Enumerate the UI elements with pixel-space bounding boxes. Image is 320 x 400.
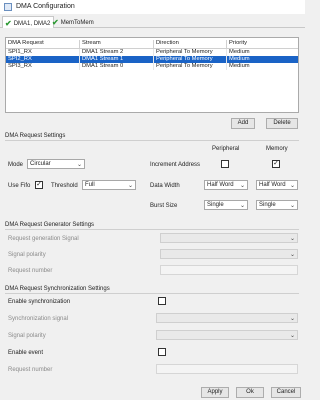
chevron-down-icon: ⌄ <box>289 236 295 242</box>
chevron-down-icon: ⌄ <box>289 203 295 209</box>
check-icon: ✓ <box>36 181 42 188</box>
add-button[interactable]: Add <box>231 118 255 129</box>
burst-memory-select[interactable]: Single ⌄ <box>256 200 298 210</box>
section-divider <box>5 229 299 230</box>
tab-dma1-dma2[interactable]: ✔ DMA1, DMA2 <box>2 16 55 28</box>
generator-settings-heading: DMA Request Generator Settings <box>5 222 95 228</box>
chevron-down-icon: ⌄ <box>239 203 245 209</box>
check-icon: ✓ <box>273 160 279 167</box>
table-cell: SPI2_RX <box>8 56 32 62</box>
col-header-stream[interactable]: Stream <box>79 40 101 49</box>
generator-signal-polarity-select[interactable]: ⌄ <box>160 249 298 259</box>
chevron-down-icon: ⌄ <box>289 333 295 339</box>
table-cell: SPI1_RX <box>8 49 32 55</box>
table-header: DMA Request Stream Direction Priority <box>6 38 298 49</box>
mode-select[interactable]: Circular ⌄ <box>27 159 85 169</box>
chevron-down-icon: ⌄ <box>289 316 295 322</box>
sync-signal-select[interactable]: ⌄ <box>156 313 298 323</box>
table-row[interactable]: SPI1_RX DMA1 Stream 2 Peripheral To Memo… <box>6 49 298 56</box>
request-generation-signal-select[interactable]: ⌄ <box>160 233 298 243</box>
increment-address-label: Increment Address <box>150 162 201 168</box>
request-generation-signal-label: Request generation Signal <box>8 236 79 242</box>
col-header-priority[interactable]: Priority <box>226 40 247 49</box>
delete-button[interactable]: Delete <box>266 118 298 129</box>
ok-button[interactable]: Ok <box>236 387 264 398</box>
section-divider <box>5 293 299 294</box>
window-icon <box>4 3 12 11</box>
sync-request-number-label: Request number <box>8 367 53 373</box>
table-row[interactable]: SPI3_RX DMA1 Stream 0 Peripheral To Memo… <box>6 63 298 70</box>
peripheral-column-label: Peripheral <box>212 146 240 152</box>
enable-sync-label: Enable synchronization <box>8 299 71 305</box>
burst-peripheral-value: Single <box>207 202 224 208</box>
dma-request-settings-heading: DMA Request Settings <box>5 133 66 139</box>
sync-signal-polarity-select[interactable]: ⌄ <box>156 330 298 340</box>
col-header-request[interactable]: DMA Request <box>6 40 44 49</box>
generator-request-number-input[interactable] <box>160 265 298 275</box>
table-cell: Medium <box>226 49 250 56</box>
apply-button[interactable]: Apply <box>201 387 229 398</box>
table-cell: DMA1 Stream 0 <box>79 63 123 70</box>
threshold-select-value: Full <box>85 182 95 188</box>
check-icon: ✔ <box>52 18 59 27</box>
enable-event-checkbox[interactable] <box>158 348 166 356</box>
use-fifo-checkbox[interactable]: ✓ <box>35 181 43 189</box>
enable-event-label: Enable event <box>8 350 44 356</box>
dma-request-table[interactable]: DMA Request Stream Direction Priority SP… <box>5 37 299 113</box>
col-header-direction[interactable]: Direction <box>153 40 179 49</box>
tab-label: MemToMem <box>60 20 94 26</box>
use-fifo-label: Use Fifo <box>8 183 31 189</box>
increment-peripheral-checkbox[interactable] <box>221 160 229 168</box>
table-cell: Medium <box>226 56 250 63</box>
enable-sync-checkbox[interactable] <box>158 297 166 305</box>
sync-settings-heading: DMA Request Synchronization Settings <box>5 286 110 292</box>
burst-memory-value: Single <box>259 202 276 208</box>
cancel-button[interactable]: Cancel <box>271 387 301 398</box>
check-icon: ✔ <box>5 18 12 28</box>
burst-size-label: Burst Size <box>150 203 178 209</box>
tab-memtomem[interactable]: ✔ MemToMem <box>50 16 97 28</box>
table-cell: Peripheral To Memory <box>153 63 213 70</box>
generator-signal-polarity-label: Signal polarity <box>8 252 46 258</box>
mode-select-value: Circular <box>30 161 51 167</box>
data-width-memory-value: Half Word <box>259 182 286 188</box>
generator-request-number-label: Request number <box>8 268 53 274</box>
chevron-down-icon: ⌄ <box>239 183 245 189</box>
sync-signal-polarity-label: Signal polarity <box>8 333 46 339</box>
table-cell: SPI3_RX <box>8 63 32 69</box>
chevron-down-icon: ⌄ <box>76 162 82 168</box>
table-cell: Peripheral To Memory <box>153 56 213 63</box>
table-cell: Peripheral To Memory <box>153 49 213 56</box>
table-row[interactable]: SPI2_RX DMA1 Stream 1 Peripheral To Memo… <box>6 56 298 63</box>
table-cell: Medium <box>226 63 250 70</box>
tab-label: DMA1, DMA2 <box>13 20 51 27</box>
tab-bar: ✔ DMA1, DMA2 ✔ MemToMem <box>0 14 305 28</box>
chevron-down-icon: ⌄ <box>289 183 295 189</box>
table-cell: DMA1 Stream 2 <box>79 49 123 56</box>
table-cell: DMA1 Stream 1 <box>79 56 123 63</box>
chevron-down-icon: ⌄ <box>127 183 133 189</box>
data-width-peripheral-value: Half Word <box>207 182 234 188</box>
burst-peripheral-select[interactable]: Single ⌄ <box>204 200 248 210</box>
data-width-peripheral-select[interactable]: Half Word ⌄ <box>204 180 248 190</box>
threshold-label: Threshold <box>51 183 78 189</box>
chevron-down-icon: ⌄ <box>289 252 295 258</box>
title-bar: DMA Configuration <box>0 0 305 14</box>
sync-signal-label: Synchronization signal <box>8 316 69 322</box>
memory-column-label: Memory <box>266 146 288 152</box>
increment-memory-checkbox[interactable]: ✓ <box>272 160 280 168</box>
threshold-select[interactable]: Full ⌄ <box>82 180 136 190</box>
data-width-label: Data Width <box>150 183 180 189</box>
mode-label: Mode <box>8 162 24 168</box>
section-divider <box>5 140 299 141</box>
data-width-memory-select[interactable]: Half Word ⌄ <box>256 180 298 190</box>
window-title: DMA Configuration <box>16 3 75 10</box>
sync-request-number-input[interactable] <box>156 364 298 374</box>
